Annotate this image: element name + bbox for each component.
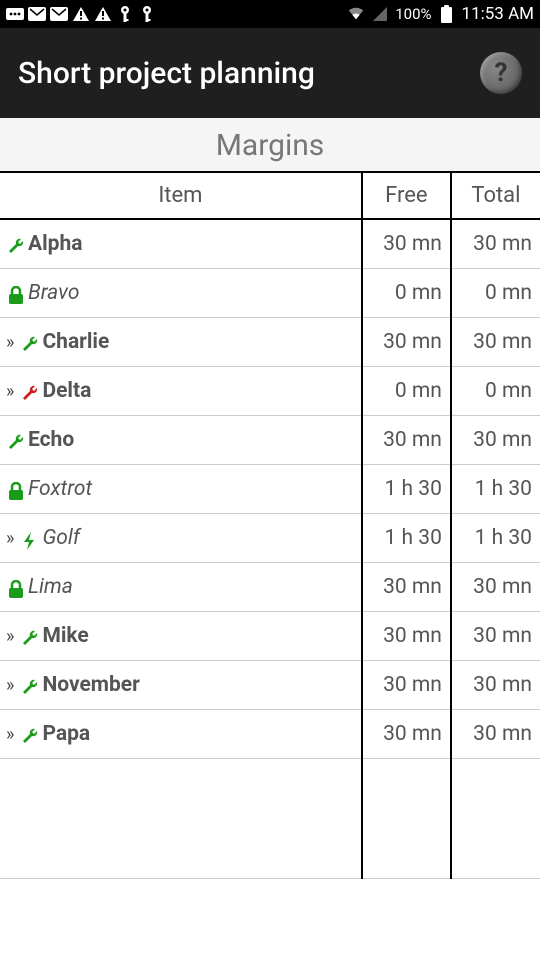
free-cell: 30 mn — [362, 416, 451, 465]
mail-icon — [28, 5, 46, 23]
free-cell: 30 mn — [362, 219, 451, 269]
header-item: Item — [0, 173, 362, 219]
item-name: Delta — [42, 379, 91, 403]
total-cell: 30 mn — [451, 612, 540, 661]
section-title: Margins — [0, 118, 540, 171]
item-cell: Bravo — [0, 269, 362, 318]
wrench-red-icon — [20, 383, 40, 403]
wrench-green-icon — [6, 236, 26, 256]
free-cell: 0 mn — [362, 367, 451, 416]
chevron-icon: » — [6, 381, 14, 402]
free-cell: 30 mn — [362, 563, 451, 612]
key-icon — [138, 5, 156, 23]
free-cell: 0 mn — [362, 269, 451, 318]
free-cell: 1 h 30 — [362, 514, 451, 563]
item-name: Mike — [42, 624, 88, 648]
table-row[interactable]: Lima 30 mn30 mn — [0, 563, 540, 612]
wrench-green-icon — [20, 677, 40, 697]
header-total: Total — [451, 173, 540, 219]
empty-space — [0, 759, 540, 879]
battery-icon — [438, 5, 456, 23]
header-free: Free — [362, 173, 451, 219]
key-icon — [116, 5, 134, 23]
wrench-green-icon — [6, 432, 26, 452]
item-name: November — [42, 673, 139, 697]
item-cell: » Charlie — [0, 318, 362, 367]
table-row[interactable]: » Delta 0 mn0 mn — [0, 367, 540, 416]
item-cell: » Golf — [0, 514, 362, 563]
table-row[interactable]: » November 30 mn30 mn — [0, 661, 540, 710]
warning-icon — [94, 5, 112, 23]
item-cell: » Delta — [0, 367, 362, 416]
chevron-icon: » — [6, 332, 14, 353]
help-button[interactable]: ? — [480, 52, 522, 94]
chevron-icon: » — [6, 528, 14, 549]
item-name: Papa — [42, 722, 90, 746]
item-name: Lima — [28, 575, 73, 599]
item-name: Foxtrot — [28, 477, 92, 501]
total-cell: 1 h 30 — [451, 514, 540, 563]
total-cell: 30 mn — [451, 661, 540, 710]
item-cell: Alpha — [0, 219, 362, 269]
total-cell: 30 mn — [451, 219, 540, 269]
total-cell: 0 mn — [451, 269, 540, 318]
free-cell: 30 mn — [362, 318, 451, 367]
margins-table: Item Free Total Alpha30 mn30 mnBravo0 mn… — [0, 171, 540, 879]
lock-green-icon — [6, 481, 26, 501]
table-row[interactable]: » Charlie 30 mn30 mn — [0, 318, 540, 367]
item-name: Golf — [42, 526, 80, 550]
wrench-green-icon — [20, 628, 40, 648]
bolt-green-icon — [20, 530, 40, 550]
free-cell: 30 mn — [362, 710, 451, 759]
chevron-icon: » — [6, 675, 14, 696]
item-name: Bravo — [28, 281, 79, 305]
table-row[interactable]: Alpha 30 mn30 mn — [0, 219, 540, 269]
app-bar: Short project planning ? — [0, 28, 540, 118]
more-icon — [6, 5, 24, 23]
wrench-green-icon — [20, 726, 40, 746]
total-cell: 1 h 30 — [451, 465, 540, 514]
lock-green-icon — [6, 285, 26, 305]
free-cell: 30 mn — [362, 661, 451, 710]
wrench-green-icon — [20, 334, 40, 354]
mail-icon — [50, 5, 68, 23]
total-cell: 30 mn — [451, 563, 540, 612]
table-row[interactable]: » Papa 30 mn30 mn — [0, 710, 540, 759]
item-cell: » Mike — [0, 612, 362, 661]
item-name: Alpha — [28, 232, 82, 256]
item-cell: Lima — [0, 563, 362, 612]
total-cell: 30 mn — [451, 318, 540, 367]
help-icon: ? — [495, 58, 508, 88]
chevron-icon: » — [6, 724, 14, 745]
item-cell: Echo — [0, 416, 362, 465]
free-cell: 1 h 30 — [362, 465, 451, 514]
item-name: Echo — [28, 428, 74, 452]
item-cell: Foxtrot — [0, 465, 362, 514]
app-title: Short project planning — [18, 56, 480, 91]
table-row[interactable]: Bravo 0 mn0 mn — [0, 269, 540, 318]
table-row[interactable]: Foxtrot 1 h 301 h 30 — [0, 465, 540, 514]
item-cell: » Papa — [0, 710, 362, 759]
free-cell: 30 mn — [362, 612, 451, 661]
item-name: Charlie — [42, 330, 109, 354]
lock-green-icon — [6, 579, 26, 599]
battery-percent: 100% — [395, 5, 431, 23]
clock: 11:53 AM — [462, 4, 534, 24]
wifi-icon — [347, 5, 365, 23]
table-row[interactable]: » Golf 1 h 301 h 30 — [0, 514, 540, 563]
total-cell: 0 mn — [451, 367, 540, 416]
chevron-icon: » — [6, 626, 14, 647]
status-bar: 100% 11:53 AM — [0, 0, 540, 28]
total-cell: 30 mn — [451, 416, 540, 465]
table-header-row: Item Free Total — [0, 173, 540, 219]
table-row[interactable]: » Mike 30 mn30 mn — [0, 612, 540, 661]
total-cell: 30 mn — [451, 710, 540, 759]
item-cell: » November — [0, 661, 362, 710]
table-row[interactable]: Echo 30 mn30 mn — [0, 416, 540, 465]
warning-icon — [72, 5, 90, 23]
signal-icon — [371, 5, 389, 23]
